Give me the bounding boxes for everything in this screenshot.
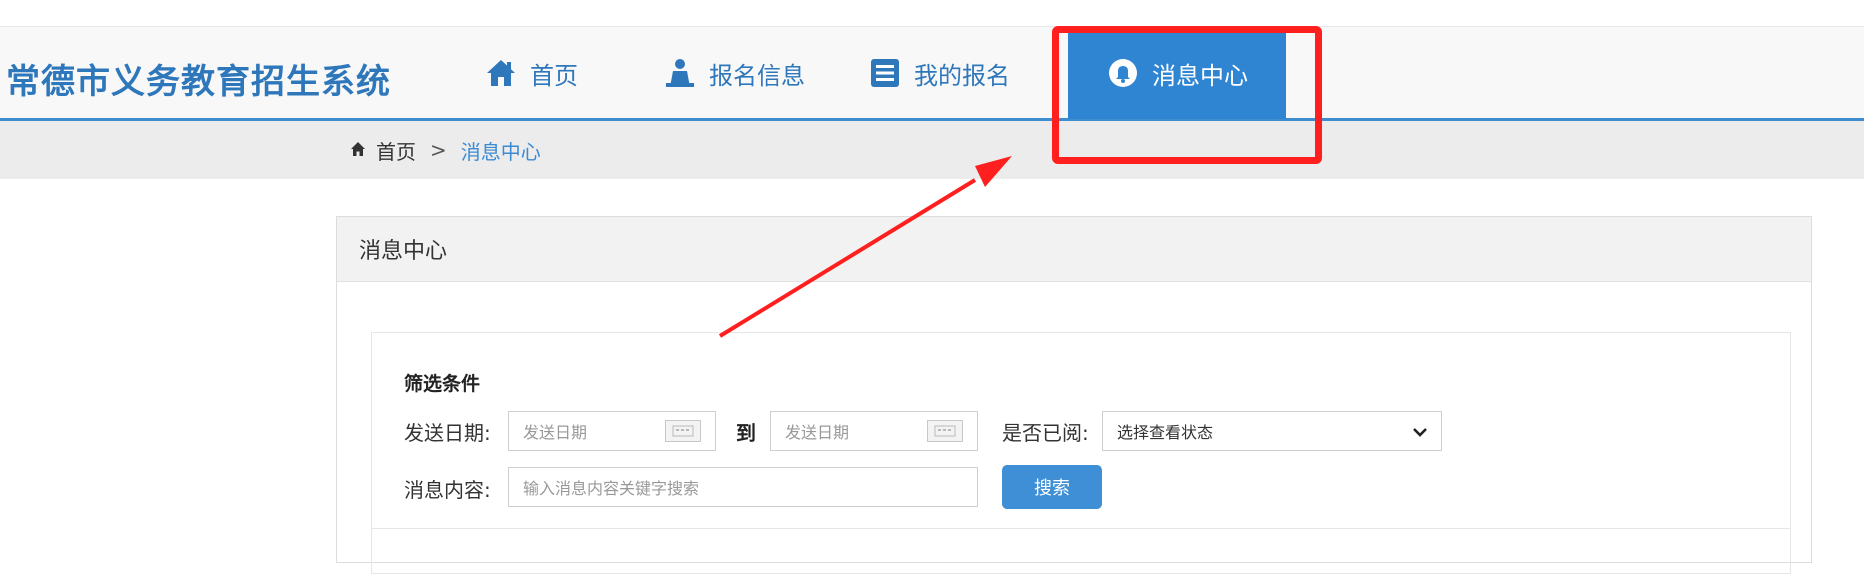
breadcrumb-separator: >	[430, 138, 447, 162]
breadcrumb-bar: 首页 > 消息中心	[0, 121, 1864, 179]
nav-my-registration-label: 我的报名	[914, 61, 1010, 90]
breadcrumb-home-icon	[350, 138, 366, 162]
home-icon	[484, 56, 518, 90]
nav-message-center-label: 消息中心	[1152, 61, 1248, 90]
filter-title: 筛选条件	[404, 373, 481, 395]
message-content-placeholder: 输入消息内容关键字搜索	[523, 479, 700, 498]
message-content-input[interactable]: 输入消息内容关键字搜索	[508, 467, 978, 507]
read-status-select[interactable]: 选择查看状态	[1102, 411, 1442, 451]
chevron-down-icon	[1413, 422, 1427, 441]
top-strip	[0, 0, 1864, 26]
read-status-label: 是否已阅:	[1002, 421, 1089, 445]
panel-title: 消息中心	[337, 217, 1811, 282]
bell-icon	[1106, 56, 1140, 90]
filter-divider	[372, 528, 1790, 529]
read-status-value: 选择查看状态	[1117, 423, 1214, 442]
filter-section: 筛选条件 发送日期: 发送日期 到 发送日期 是否已阅: 选择查看状态 消息内容…	[371, 332, 1791, 574]
date-from-input[interactable]: 发送日期	[508, 411, 716, 451]
date-to-placeholder: 发送日期	[785, 423, 850, 442]
date-to-input[interactable]: 发送日期	[770, 411, 978, 451]
send-date-label: 发送日期:	[404, 421, 491, 445]
message-center-panel: 消息中心 筛选条件 发送日期: 发送日期 到 发送日期 是否已阅: 选择查看状态…	[336, 216, 1812, 574]
nav-registration-info[interactable]: 报名信息	[663, 27, 805, 119]
breadcrumb-home[interactable]: 首页	[376, 136, 416, 165]
calendar-icon[interactable]	[665, 420, 701, 442]
nav-registration-info-label: 报名信息	[709, 61, 805, 90]
site-logo: 常德市义务教育招生系统	[6, 62, 391, 102]
search-button[interactable]: 搜索	[1002, 465, 1102, 509]
nav-home-label: 首页	[530, 61, 578, 90]
site-header: 常德市义务教育招生系统 首页 报名信息 我的报名 消息中心	[0, 26, 1864, 121]
calendar-icon[interactable]	[927, 420, 963, 442]
date-from-placeholder: 发送日期	[523, 423, 588, 442]
breadcrumb-current: 消息中心	[460, 139, 541, 164]
breadcrumb: 首页 > 消息中心	[350, 121, 541, 179]
list-icon	[868, 56, 902, 90]
person-icon	[663, 56, 697, 90]
nav-my-registration[interactable]: 我的报名	[868, 27, 1010, 119]
nav-home[interactable]: 首页	[484, 27, 578, 119]
message-content-label: 消息内容:	[404, 478, 491, 502]
nav-message-center[interactable]: 消息中心	[1068, 27, 1286, 119]
date-to-label: 到	[736, 421, 756, 445]
